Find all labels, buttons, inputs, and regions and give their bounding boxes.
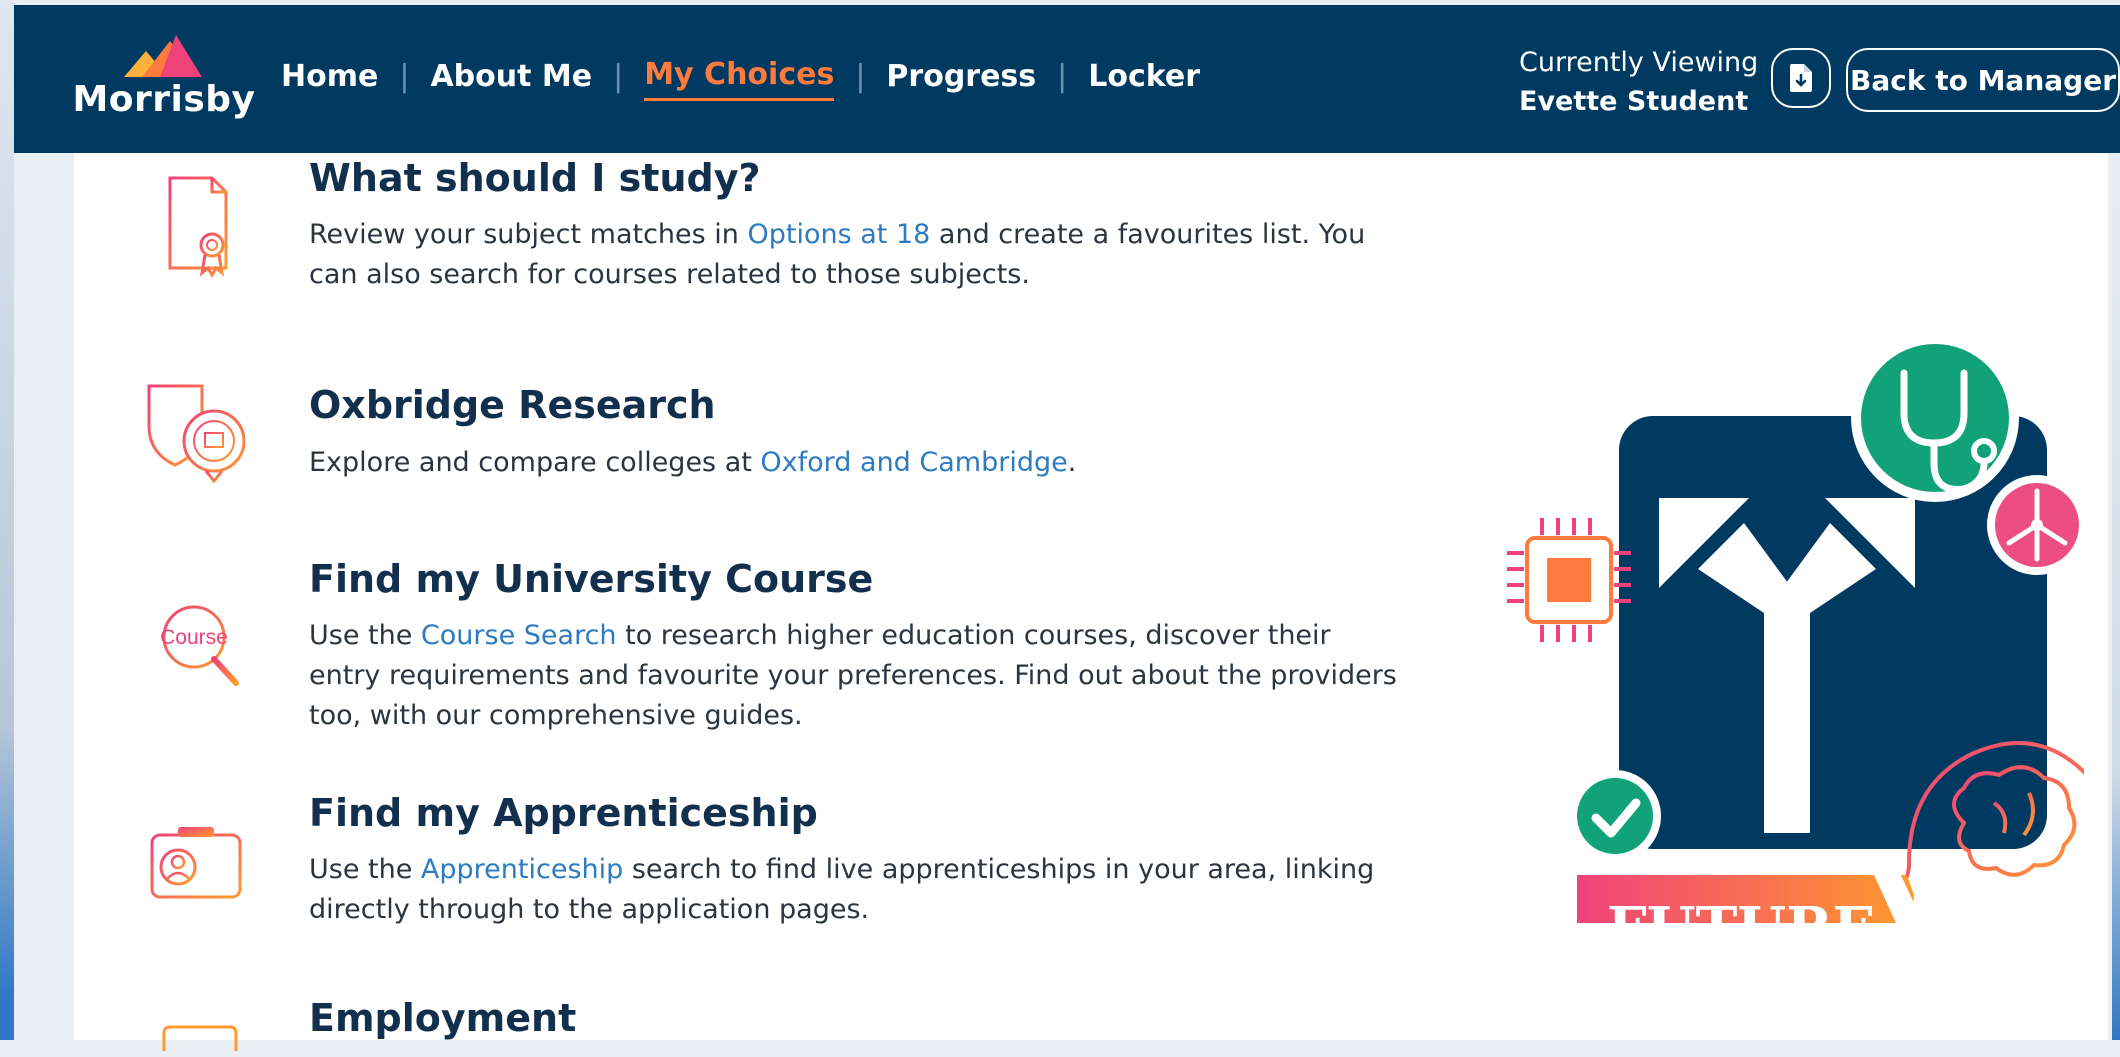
item-description: Explore and compare colleges at Oxford a…: [309, 447, 1077, 478]
course-search-icon: Course: [148, 601, 248, 695]
course-search-link[interactable]: Course Search: [421, 620, 617, 651]
nav-locker[interactable]: Locker: [1088, 59, 1200, 100]
nav-divider: |: [1057, 58, 1068, 94]
currently-viewing-label: Currently Viewing: [1519, 47, 1759, 78]
background-right-strip: [2112, 150, 2120, 1040]
item-title: Employment: [309, 996, 577, 1040]
future-banner-text: FUTURE: [1607, 895, 1875, 923]
item-description: Review your subject matches in Options a…: [309, 219, 1366, 290]
content-panel: What should I study? Review your subject…: [74, 153, 2114, 1051]
document-icon: [1790, 64, 1812, 92]
nav-my-choices[interactable]: My Choices: [644, 57, 835, 101]
student-name: Evette Student: [1519, 86, 1749, 117]
apprenticeship-link[interactable]: Apprenticeship: [421, 854, 623, 885]
top-navbar: Morrisby Home | About Me | My Choices | …: [14, 5, 2120, 153]
nav-about-me[interactable]: About Me: [430, 59, 592, 100]
logo-mark-icon: [124, 35, 202, 77]
background-left-strip: [0, 0, 14, 1040]
item-title: Find my Apprenticeship: [309, 791, 818, 835]
item-description: Use the Course Search to research higher…: [309, 620, 1397, 731]
item-title: Find my University Course: [309, 557, 874, 601]
nav-divider: |: [855, 58, 866, 94]
university-crest-icon: [144, 381, 254, 495]
future-illustration: FUTURE: [1464, 263, 2114, 1017]
item-title: What should I study?: [309, 156, 761, 200]
id-badge-icon: [148, 825, 248, 909]
certificate-icon: [160, 173, 240, 287]
svg-text:Course: Course: [160, 626, 228, 649]
nav-divider: |: [399, 58, 410, 94]
currently-viewing: Currently Viewing Evette Student: [1519, 43, 1758, 121]
checkmark-icon: [1569, 770, 1661, 862]
oxford-and-cambridge-link[interactable]: Oxford and Cambridge: [760, 447, 1067, 478]
nav-home[interactable]: Home: [281, 59, 378, 100]
back-to-manager-button[interactable]: Back to Manager: [1846, 48, 2120, 112]
item-description: Use the Apprenticeship search to find li…: [309, 854, 1375, 925]
briefcase-icon: [160, 1023, 240, 1057]
morrisby-logo[interactable]: Morrisby: [69, 33, 259, 133]
microchip-icon: [1507, 518, 1631, 642]
main-nav: Home | About Me | My Choices | Progress …: [281, 57, 1200, 101]
nav-progress[interactable]: Progress: [886, 59, 1036, 100]
document-button[interactable]: [1771, 48, 1831, 108]
options-at-18-link[interactable]: Options at 18: [748, 219, 931, 250]
logo-text: Morrisby: [72, 79, 256, 120]
stethoscope-icon: [1851, 334, 2019, 502]
item-title: Oxbridge Research: [309, 383, 716, 427]
nav-divider: |: [613, 58, 624, 94]
wind-turbine-icon: [1987, 475, 2087, 575]
